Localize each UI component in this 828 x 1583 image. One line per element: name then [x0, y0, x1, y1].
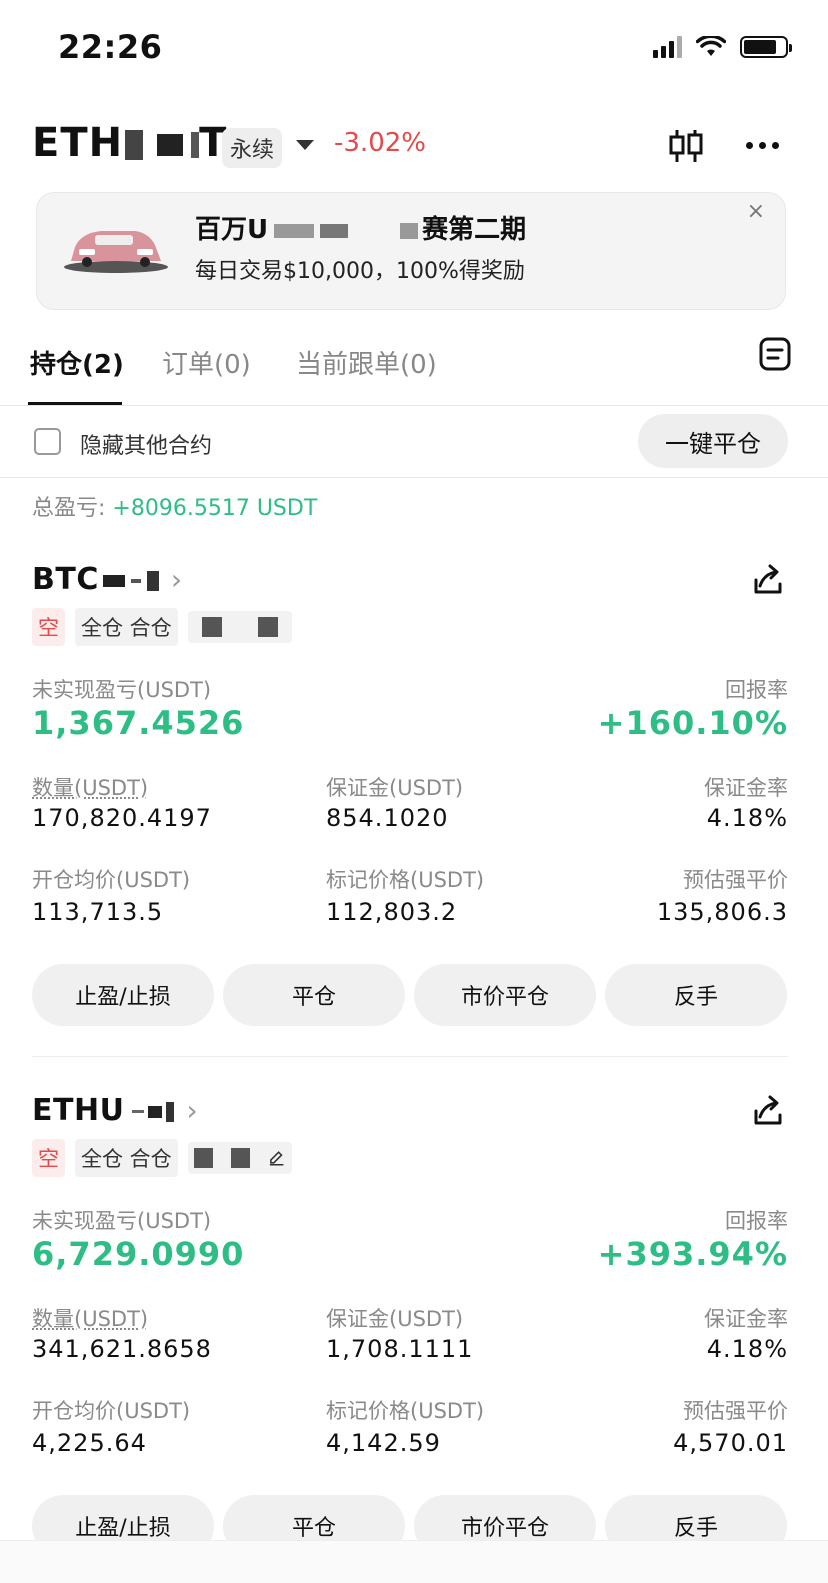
tp-sl-button[interactable]: 止盈/止损	[32, 964, 214, 1026]
entry-value: 4,225.64	[32, 1429, 147, 1457]
close-all-button[interactable]: 一键平仓	[638, 414, 788, 468]
position-badges: 空 全仓 合仓	[32, 1139, 292, 1177]
card-divider	[32, 1056, 788, 1057]
leverage-badge	[188, 611, 292, 643]
margin-mode-badge: 全仓 合仓	[75, 1139, 178, 1177]
close-icon[interactable]: ×	[747, 199, 765, 224]
position-tabs: 持仓(2) 订单(0) 当前跟单(0)	[0, 330, 828, 406]
active-tab-indicator	[28, 402, 122, 405]
total-pnl-value: +8096.5517 USDT	[112, 496, 317, 521]
mark-label: 标记价格(USDT)	[326, 864, 484, 894]
unrealized-pnl: 6,729.0990	[32, 1235, 244, 1273]
status-icons	[653, 36, 788, 58]
pair-title[interactable]: ETH T	[32, 120, 227, 166]
position-badges: 空 全仓 合仓	[32, 608, 292, 646]
promo-banner[interactable]: 百万U 赛第二期 每日交易$10,000，100%得奖励 ×	[36, 192, 786, 310]
margin-value: 1,708.1111	[326, 1335, 473, 1363]
close-position-button[interactable]: 平仓	[223, 964, 405, 1026]
hide-others-checkbox[interactable]	[34, 428, 61, 455]
wifi-icon	[696, 36, 726, 58]
margin-label: 保证金(USDT)	[326, 1303, 463, 1333]
chevron-right-icon: ›	[186, 1094, 198, 1127]
pair-dropdown-icon[interactable]	[296, 140, 314, 150]
signal-icon	[653, 36, 682, 58]
pnl-label: 未实现盈亏(USDT)	[32, 1205, 211, 1235]
tab-positions[interactable]: 持仓(2)	[30, 344, 124, 381]
bottom-bar	[0, 1540, 828, 1583]
qty-label[interactable]: 数量(USDT)	[32, 1303, 148, 1333]
roe-label: 回报率	[725, 1205, 788, 1235]
more-icon[interactable]	[746, 142, 779, 149]
status-time: 22:26	[58, 28, 162, 66]
mark-label: 标记价格(USDT)	[326, 1395, 484, 1425]
entry-label: 开仓均价(USDT)	[32, 1395, 190, 1425]
qty-label[interactable]: 数量(USDT)	[32, 772, 148, 802]
margin-mode-badge: 全仓 合仓	[75, 608, 178, 646]
filter-row: 隐藏其他合约 一键平仓	[0, 406, 828, 478]
liq-value: 4,570.01	[673, 1429, 788, 1457]
chevron-right-icon: ›	[171, 563, 183, 596]
share-icon[interactable]	[750, 562, 786, 598]
pnl-label: 未实现盈亏(USDT)	[32, 674, 211, 704]
roe-label: 回报率	[725, 674, 788, 704]
car-image	[61, 215, 171, 275]
unrealized-pnl: 1,367.4526	[32, 704, 244, 742]
market-close-button[interactable]: 市价平仓	[414, 964, 596, 1026]
banner-subtitle: 每日交易$10,000，100%得奖励	[195, 253, 525, 285]
mark-value: 112,803.2	[326, 898, 457, 926]
battery-icon	[740, 36, 788, 58]
contract-type-tag: 永续	[222, 128, 282, 168]
banner-title: 百万U 赛第二期	[195, 209, 526, 246]
roe-value: +393.94%	[598, 1235, 788, 1273]
candlestick-icon[interactable]	[668, 128, 704, 164]
mark-value: 4,142.59	[326, 1429, 441, 1457]
entry-label: 开仓均价(USDT)	[32, 864, 190, 894]
qty-value: 341,621.8658	[32, 1335, 212, 1363]
edit-icon	[268, 1149, 285, 1167]
liq-value: 135,806.3	[657, 898, 788, 926]
total-pnl: 总盈亏: +8096.5517 USDT	[32, 490, 317, 522]
side-badge: 空	[32, 608, 65, 646]
price-change: -3.02%	[334, 128, 426, 158]
document-icon[interactable]	[758, 336, 792, 372]
position-symbol[interactable]: ETHU ›	[32, 1093, 198, 1128]
liq-label: 预估强平价	[683, 864, 788, 894]
margin-ratio-value: 4.18%	[707, 804, 788, 832]
margin-value: 854.1020	[326, 804, 449, 832]
qty-value: 170,820.4197	[32, 804, 212, 832]
tab-orders[interactable]: 订单(0)	[162, 344, 251, 381]
liq-label: 预估强平价	[683, 1395, 788, 1425]
margin-ratio-label: 保证金率	[704, 772, 788, 802]
margin-ratio-value: 4.18%	[707, 1335, 788, 1363]
share-icon[interactable]	[750, 1093, 786, 1129]
side-badge: 空	[32, 1139, 65, 1177]
position-card: BTC › 空 全仓 合仓 未实现盈亏(USDT) 回报率 1,367.4526 …	[0, 562, 828, 1082]
margin-label: 保证金(USDT)	[326, 772, 463, 802]
position-symbol[interactable]: BTC ›	[32, 562, 183, 597]
margin-ratio-label: 保证金率	[704, 1303, 788, 1333]
leverage-badge	[188, 1142, 292, 1174]
position-card: ETHU › 空 全仓 合仓 未实现盈亏(USDT) 回报率 6,729.0990…	[0, 1093, 828, 1583]
roe-value: +160.10%	[598, 704, 788, 742]
reverse-button[interactable]: 反手	[605, 964, 787, 1026]
hide-others-label[interactable]: 隐藏其他合约	[80, 428, 212, 460]
entry-value: 113,713.5	[32, 898, 163, 926]
tab-copy-trading[interactable]: 当前跟单(0)	[296, 344, 437, 381]
